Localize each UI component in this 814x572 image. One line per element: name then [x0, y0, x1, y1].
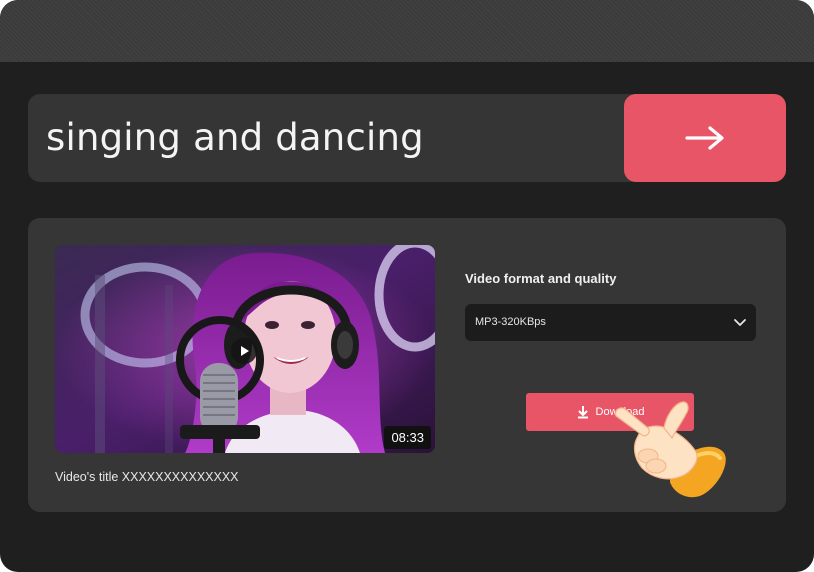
play-icon [241, 346, 249, 356]
pointing-hand-icon [615, 401, 726, 498]
video-title: Video's title XXXXXXXXXXXXXX [55, 470, 239, 484]
format-dropdown[interactable]: MP3-320KBps [465, 304, 756, 341]
format-selected-value: MP3-320KBps [475, 316, 546, 328]
title-bar [0, 0, 814, 62]
chevron-down-icon [734, 319, 746, 326]
arrow-right-icon [685, 126, 724, 150]
video-duration-badge: 08:33 [384, 426, 431, 449]
download-icon [577, 406, 588, 419]
search-submit-button[interactable] [624, 94, 786, 182]
video-thumbnail[interactable]: 08:33 [55, 245, 435, 453]
play-button[interactable] [231, 338, 257, 364]
format-label: Video format and quality [465, 271, 617, 286]
search-input[interactable]: singing and dancing [46, 94, 424, 182]
app-window: singing and dancing 08:33 Video's title … [0, 0, 814, 572]
